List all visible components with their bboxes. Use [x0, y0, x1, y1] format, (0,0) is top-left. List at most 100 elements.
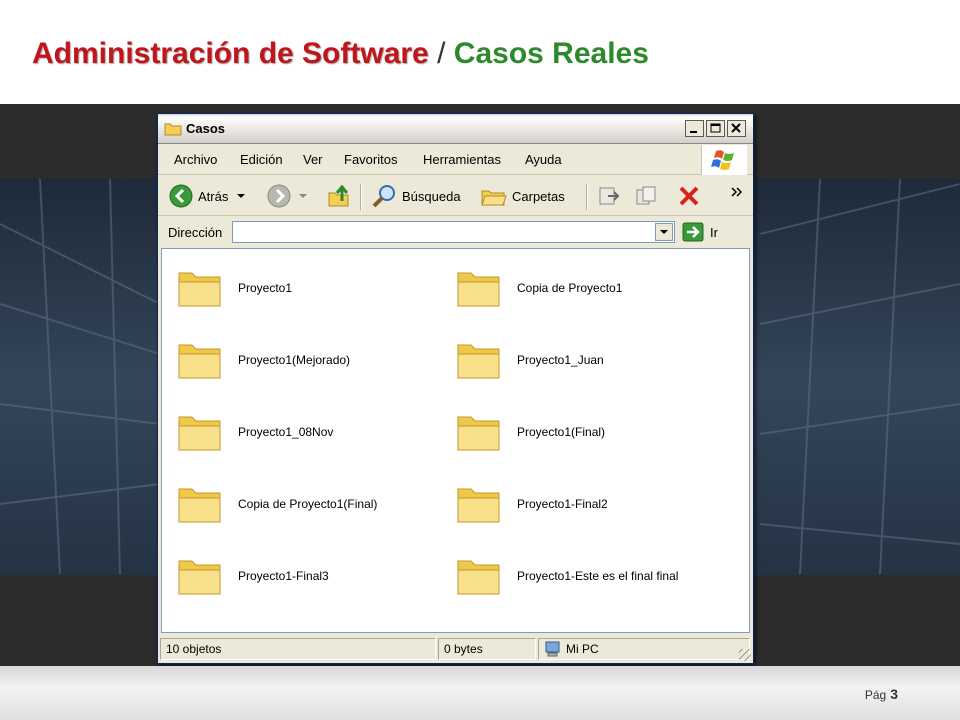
- status-location: Mi PC: [538, 638, 750, 660]
- back-label: Atrás: [198, 188, 229, 204]
- folder-label: Proyecto1(Final): [517, 425, 606, 439]
- menu-ver[interactable]: Ver: [303, 152, 323, 167]
- copy-to-icon: [636, 186, 656, 205]
- status-size-text: 0 bytes: [444, 642, 483, 656]
- slide-title-separator: /: [437, 37, 446, 70]
- folder-icon: [457, 560, 500, 595]
- folder-item[interactable]: Copia de Proyecto1(Final): [176, 479, 446, 529]
- page-number-value: 3: [890, 686, 898, 702]
- folder-label: Copia de Proyecto1(Final): [238, 497, 378, 511]
- folder-item[interactable]: Copia de Proyecto1: [455, 263, 725, 313]
- menu-archivo[interactable]: Archivo: [174, 152, 217, 167]
- go-button[interactable]: Ir: [682, 222, 718, 242]
- forward-button[interactable]: [266, 184, 310, 208]
- go-arrow-icon: [682, 222, 704, 242]
- chevron-down-icon: [660, 230, 668, 234]
- toolbar-overflow-button[interactable]: [730, 180, 744, 204]
- folder-item[interactable]: Proyecto1-Final3: [176, 551, 446, 601]
- menu-bar: Archivo Edición Ver Favoritos Herramient…: [158, 145, 753, 175]
- folder-item[interactable]: Proyecto1: [176, 263, 446, 313]
- close-icon: [731, 123, 741, 133]
- windows-logo-icon: [701, 145, 747, 175]
- folder-icon: [178, 560, 221, 595]
- delete-button[interactable]: [676, 184, 702, 208]
- search-label: Búsqueda: [402, 188, 461, 204]
- back-arrow-icon: [169, 184, 193, 208]
- slide-footer: Pág 3: [0, 666, 960, 720]
- folders-button[interactable]: Carpetas: [480, 184, 565, 208]
- menu-edicion[interactable]: Edición: [240, 152, 283, 167]
- status-object-count-text: 10 objetos: [166, 642, 222, 656]
- up-folder-icon: [328, 184, 349, 207]
- folder-label: Proyecto1-Final3: [238, 569, 329, 583]
- explorer-window: Casos Archivo Edición Ver Favoritos Herr…: [157, 113, 754, 664]
- slide-title: Administración de Software / Casos Reale…: [32, 32, 649, 76]
- my-computer-icon: [545, 641, 560, 657]
- search-icon: [372, 185, 395, 208]
- folder-item[interactable]: Proyecto1-Final2: [455, 479, 725, 529]
- folders-label: Carpetas: [512, 188, 565, 204]
- address-label: Dirección: [168, 225, 223, 240]
- forward-arrow-icon: [267, 184, 291, 208]
- menu-favoritos[interactable]: Favoritos: [344, 152, 397, 167]
- menu-herramientas[interactable]: Herramientas: [423, 152, 501, 167]
- resize-grip[interactable]: [739, 649, 751, 661]
- folder-label: Proyecto1(Mejorado): [238, 353, 351, 367]
- slide-title-sub: Casos Reales: [453, 37, 649, 70]
- folder-icon: [178, 416, 221, 451]
- folder-label: Proyecto1_Juan: [517, 353, 604, 367]
- copy-to-button[interactable]: [634, 184, 660, 208]
- folder-label: Proyecto1: [238, 281, 293, 295]
- menu-ayuda[interactable]: Ayuda: [525, 152, 562, 167]
- status-bar: 10 objetos 0 bytes Mi PC: [158, 635, 753, 663]
- folder-icon: [457, 488, 500, 523]
- search-button[interactable]: Búsqueda: [370, 184, 461, 208]
- back-button[interactable]: Atrás: [168, 184, 248, 208]
- move-to-icon: [599, 187, 620, 205]
- minimize-icon: [690, 131, 697, 133]
- folder-item[interactable]: Proyecto1_08Nov: [176, 407, 446, 457]
- folder-item[interactable]: Proyecto1-Este es el final final: [455, 551, 725, 601]
- chevron-down-icon: [299, 194, 307, 198]
- address-input[interactable]: [232, 221, 675, 243]
- folder-icon: [457, 272, 500, 307]
- status-size: 0 bytes: [438, 638, 536, 660]
- up-folder-button[interactable]: [326, 184, 352, 208]
- folder-icon: [164, 121, 182, 141]
- toolbar-separator: [360, 184, 361, 210]
- address-bar: Dirección Ir: [158, 217, 753, 247]
- page-label: Pág: [864, 688, 887, 702]
- chevron-down-icon: [237, 194, 246, 198]
- folder-label: Proyecto1-Este es el final final: [517, 569, 679, 583]
- move-to-button[interactable]: [596, 184, 622, 208]
- double-chevron-right-icon: [731, 187, 743, 197]
- maximize-icon: [710, 123, 721, 133]
- folder-icon: [178, 488, 221, 523]
- folder-icon: [178, 344, 221, 379]
- folder-item[interactable]: Proyecto1_Juan: [455, 335, 725, 385]
- page-number: Pág 3: [865, 686, 898, 702]
- folder-label: Copia de Proyecto1: [517, 281, 623, 295]
- folder-label: Proyecto1-Final2: [517, 497, 608, 511]
- window-titlebar[interactable]: Casos: [158, 114, 753, 144]
- window-title: Casos: [186, 121, 226, 136]
- status-object-count: 10 objetos: [160, 638, 436, 660]
- folder-item[interactable]: Proyecto1(Final): [455, 407, 725, 457]
- address-dropdown-button[interactable]: [655, 223, 673, 241]
- slide-title-main: Administración de Software: [32, 37, 429, 70]
- folder-view: Proyecto1 Copia de Proyecto1 Proyecto1(M…: [161, 248, 750, 633]
- status-location-text: Mi PC: [566, 642, 599, 656]
- folder-label: Proyecto1_08Nov: [238, 425, 334, 439]
- folder-icon: [457, 344, 500, 379]
- go-label: Ir: [710, 224, 718, 240]
- maximize-button[interactable]: [706, 120, 725, 137]
- folder-item[interactable]: Proyecto1(Mejorado): [176, 335, 446, 385]
- folder-icon: [178, 272, 221, 307]
- toolbar: Atrás Búsqueda Carpetas: [158, 176, 753, 216]
- toolbar-separator: [586, 184, 587, 210]
- delete-x-icon: [679, 186, 699, 206]
- minimize-button[interactable]: [685, 120, 704, 137]
- folder-icon: [457, 416, 500, 451]
- folders-icon: [481, 190, 507, 206]
- close-button[interactable]: [727, 120, 746, 137]
